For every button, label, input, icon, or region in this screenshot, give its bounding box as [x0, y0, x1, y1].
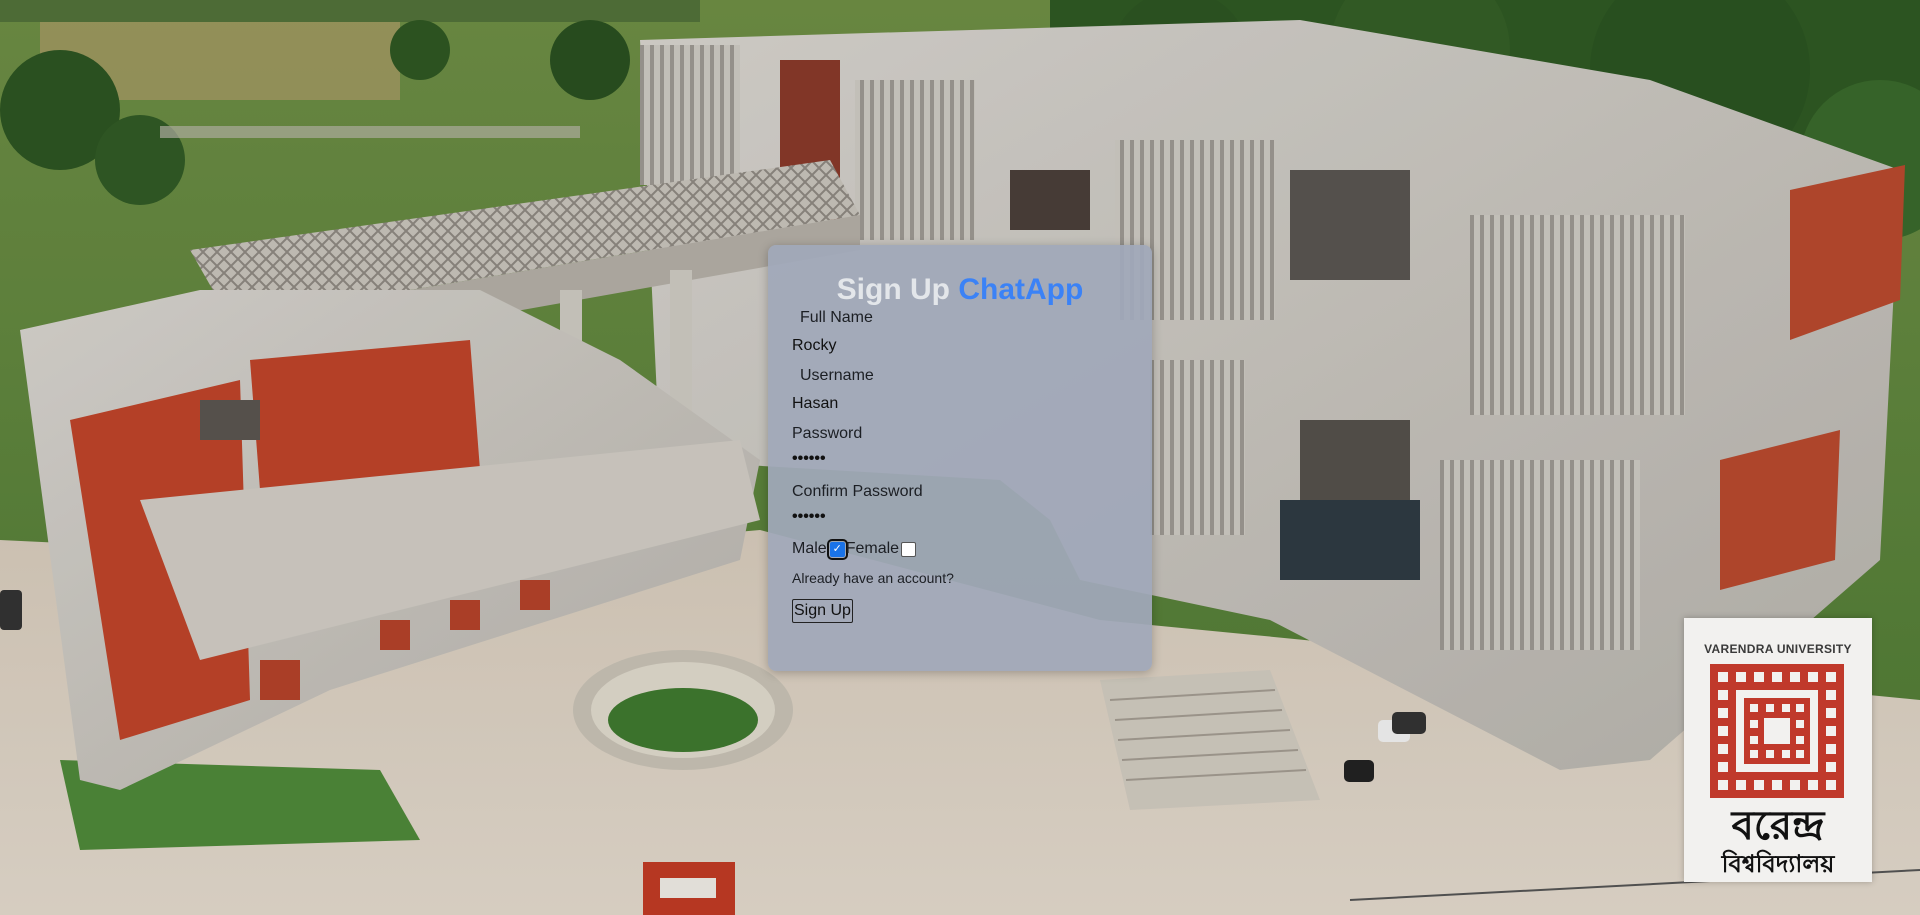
confirm-password-input[interactable]: ••••••: [792, 508, 1128, 532]
password-label: Password: [792, 425, 863, 442]
university-name-bangla-line2: বিশ্ববিদ্যালয়: [1721, 850, 1835, 878]
username-input[interactable]: [792, 392, 1128, 416]
gender-male-label: Male: [792, 540, 827, 557]
checkbox-unchecked-icon[interactable]: [901, 541, 917, 557]
signup-button[interactable]: Sign Up: [792, 599, 853, 623]
signup-card: Sign Up ChatApp Full Name Username Passw…: [768, 245, 1152, 671]
university-emblem-icon: [1710, 664, 1844, 798]
title-signup: Sign Up: [836, 273, 950, 306]
username-label: Username: [800, 367, 874, 384]
full-name-label: Full Name: [800, 309, 873, 326]
checkbox-checked-icon[interactable]: ✓: [826, 538, 848, 560]
university-name: VARENDRA UNIVERSITY: [1704, 642, 1852, 656]
university-name-bangla-line1: বরেন্দ্র: [1731, 803, 1825, 849]
gender-selector: Male ✓ Female: [792, 538, 1128, 560]
full-name-input[interactable]: [792, 334, 1128, 358]
university-logo: VARENDRA UNIVERSITY বরেন্দ্র বিশ্ববিদ্যা…: [1684, 618, 1872, 882]
gender-female-label: Female: [845, 540, 900, 557]
page-title: Sign Up ChatApp: [792, 273, 1128, 306]
confirm-password-label: Confirm Password: [792, 483, 923, 500]
title-app-name: ChatApp: [958, 273, 1084, 306]
password-input[interactable]: ••••••: [792, 450, 1128, 474]
login-link[interactable]: Already have an account?: [792, 569, 1128, 587]
